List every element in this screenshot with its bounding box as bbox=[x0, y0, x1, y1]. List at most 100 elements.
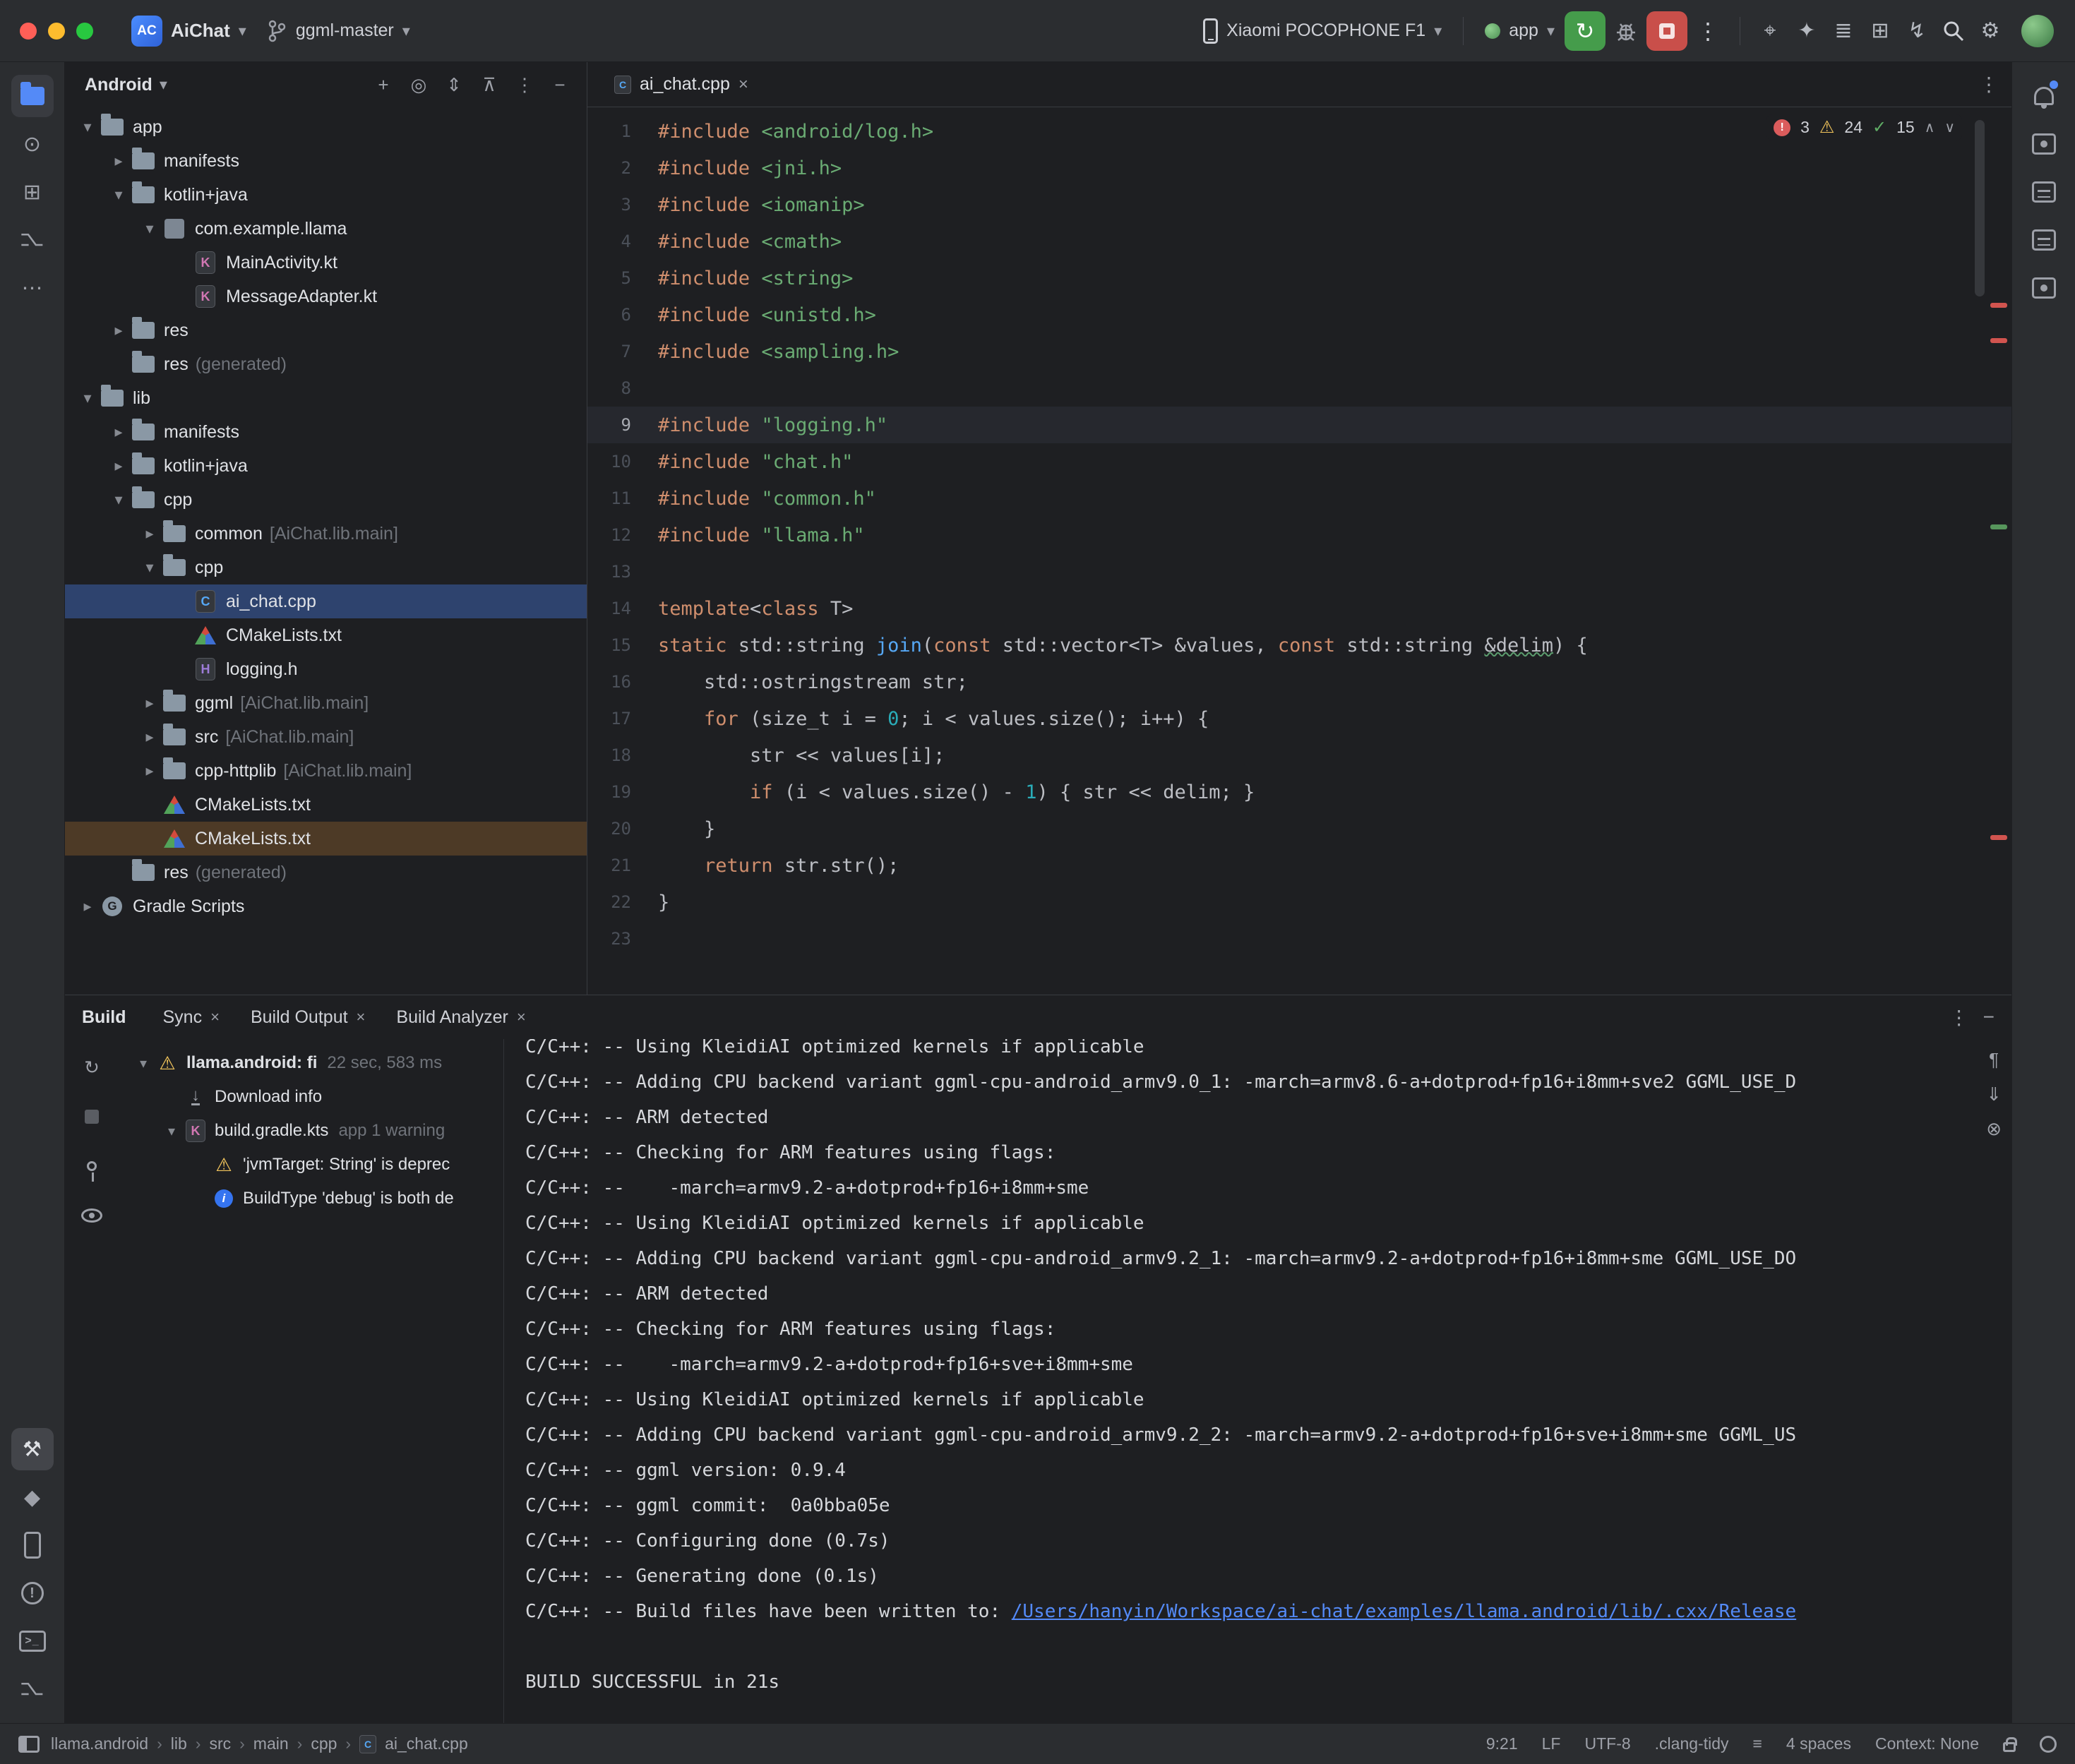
line-number[interactable]: 14 bbox=[587, 599, 658, 618]
code-text[interactable]: #include <jni.h> bbox=[658, 157, 842, 179]
code-text[interactable]: std::ostringstream str; bbox=[658, 671, 968, 693]
tree-item-gradle-scripts[interactable]: ▸GGradle Scripts bbox=[65, 889, 587, 923]
tool-window-toggle-icon[interactable] bbox=[18, 1736, 40, 1753]
locate-file-icon[interactable]: ◎ bbox=[403, 69, 434, 100]
tree-item-cmakelists-txt[interactable]: CMakeLists.txt bbox=[65, 788, 587, 822]
pin-icon[interactable] bbox=[76, 1151, 107, 1182]
zoom-window-button[interactable] bbox=[76, 23, 93, 40]
code-line-15[interactable]: 15static std::string join(const std::vec… bbox=[587, 627, 2011, 664]
plugins-icon[interactable]: ⊞ bbox=[1862, 13, 1898, 49]
chevron-right-icon[interactable]: ▸ bbox=[106, 457, 131, 475]
tree-item-common[interactable]: ▸common[AiChat.lib.main] bbox=[65, 517, 587, 551]
version-control-tool-button[interactable]: ⌥ bbox=[11, 1668, 54, 1710]
chevron-right-icon[interactable]: ▸ bbox=[137, 694, 162, 712]
code-line-6[interactable]: 6#include <unistd.h> bbox=[587, 296, 2011, 333]
error-stripe-mark[interactable] bbox=[1990, 835, 2007, 840]
running-devices-tool-button[interactable] bbox=[11, 1524, 54, 1566]
close-tab-icon[interactable]: × bbox=[357, 1008, 366, 1026]
tree-item-cpp-httplib[interactable]: ▸cpp-httplib[AiChat.lib.main] bbox=[65, 754, 587, 788]
error-stripe-mark[interactable] bbox=[1990, 338, 2007, 343]
build-options-icon[interactable]: ⋮ bbox=[1949, 1006, 1969, 1029]
hide-build-panel-icon[interactable]: − bbox=[1983, 1006, 1995, 1029]
user-avatar[interactable] bbox=[2021, 15, 2054, 47]
inspections-widget[interactable]: ! 3 ⚠ 24 ✓ 15 ∧ ∨ bbox=[1766, 114, 1962, 140]
code-text[interactable]: #include <iomanip> bbox=[658, 194, 865, 216]
caret-position[interactable]: 9:21 bbox=[1486, 1734, 1518, 1753]
code-text[interactable]: #include <sampling.h> bbox=[658, 341, 899, 363]
code-text[interactable]: for (size_t i = 0; i < values.size(); i+… bbox=[658, 708, 1209, 730]
project-view-selector[interactable]: Android bbox=[85, 75, 153, 95]
code-line-4[interactable]: 4#include <cmath> bbox=[587, 223, 2011, 260]
code-text[interactable]: str << values[i]; bbox=[658, 745, 945, 767]
build-output-path-link[interactable]: /Users/hanyin/Workspace/ai-chat/examples… bbox=[1012, 1601, 1796, 1622]
notifications-button[interactable] bbox=[2023, 75, 2065, 117]
code-text[interactable]: #include "common.h" bbox=[658, 488, 876, 510]
soft-wrap-icon[interactable]: ¶ bbox=[1989, 1049, 1999, 1071]
filter-view-icon[interactable] bbox=[76, 1200, 107, 1231]
line-number[interactable]: 4 bbox=[587, 232, 658, 251]
tree-item-kotlin-java[interactable]: ▾kotlin+java bbox=[65, 178, 587, 212]
close-tab-icon[interactable]: × bbox=[738, 75, 748, 95]
next-problem-icon[interactable]: ∨ bbox=[1944, 119, 1955, 136]
code-line-21[interactable]: 21 return str.str(); bbox=[587, 847, 2011, 884]
code-text[interactable]: #include <unistd.h> bbox=[658, 304, 876, 326]
chevron-right-icon[interactable]: ▸ bbox=[106, 152, 131, 170]
tree-item-kotlin-java[interactable]: ▸kotlin+java bbox=[65, 449, 587, 483]
tree-item-res[interactable]: ▸res bbox=[65, 313, 587, 347]
line-number[interactable]: 19 bbox=[587, 782, 658, 802]
stop-button[interactable] bbox=[1646, 11, 1687, 51]
tree-item-ai-chat-cpp[interactable]: Cai_chat.cpp bbox=[65, 584, 587, 618]
add-icon[interactable]: + bbox=[368, 69, 399, 100]
tree-item-cmakelists-txt[interactable]: CMakeLists.txt bbox=[65, 822, 587, 856]
tree-item-mainactivity-kt[interactable]: KMainActivity.kt bbox=[65, 246, 587, 280]
tree-item-src[interactable]: ▸src[AiChat.lib.main] bbox=[65, 720, 587, 754]
line-number[interactable]: 21 bbox=[587, 856, 658, 875]
code-line-20[interactable]: 20 } bbox=[587, 810, 2011, 847]
code-text[interactable]: #include "llama.h" bbox=[658, 524, 865, 546]
line-number[interactable]: 20 bbox=[587, 819, 658, 839]
context-setting[interactable]: Context: None bbox=[1875, 1734, 1979, 1753]
line-number[interactable]: 6 bbox=[587, 305, 658, 325]
clang-tidy-status[interactable]: .clang-tidy bbox=[1655, 1734, 1729, 1753]
code-line-5[interactable]: 5#include <string> bbox=[587, 260, 2011, 296]
todo-list-icon[interactable]: ≣ bbox=[1825, 13, 1862, 49]
build-tree-item[interactable]: ▾⚠llama.android: fi22 sec, 583 ms bbox=[119, 1046, 503, 1080]
close-window-button[interactable] bbox=[20, 23, 37, 40]
code-text[interactable]: if (i < values.size() - 1) { str << deli… bbox=[658, 781, 1255, 803]
tab-sync[interactable]: Sync × bbox=[150, 1001, 232, 1033]
search-everywhere-button[interactable] bbox=[1935, 13, 1972, 49]
code-text[interactable]: #include "chat.h" bbox=[658, 451, 853, 473]
code-line-16[interactable]: 16 std::ostringstream str; bbox=[587, 664, 2011, 700]
structure-tool-button[interactable]: ⊞ bbox=[11, 171, 54, 213]
chevron-down-icon[interactable]: ▾ bbox=[106, 186, 131, 204]
build-tool-button[interactable]: ⚒ bbox=[11, 1428, 54, 1470]
tree-item-com-example-llama[interactable]: ▾com.example.llama bbox=[65, 212, 587, 246]
tree-item-cpp[interactable]: ▾cpp bbox=[65, 483, 587, 517]
prev-problem-icon[interactable]: ∧ bbox=[1925, 119, 1935, 136]
line-number[interactable]: 18 bbox=[587, 745, 658, 765]
app-insights-tool-button[interactable] bbox=[2023, 267, 2065, 309]
code-inspection-icon[interactable]: ⌖ bbox=[1752, 13, 1788, 49]
chevron-down-icon[interactable]: ▾ bbox=[160, 1122, 184, 1140]
project-selector[interactable]: AC AiChat ▾ bbox=[121, 10, 256, 52]
tree-item-cmakelists-txt[interactable]: CMakeLists.txt bbox=[65, 618, 587, 652]
editor-tab-ai-chat-cpp[interactable]: C ai_chat.cpp × bbox=[600, 62, 763, 107]
gradle-tool-button[interactable] bbox=[2023, 123, 2065, 165]
run-configuration-selector[interactable]: app ▾ bbox=[1475, 15, 1565, 47]
line-number[interactable]: 12 bbox=[587, 525, 658, 545]
breadcrumb-item[interactable]: cpp bbox=[311, 1734, 337, 1753]
line-number[interactable]: 5 bbox=[587, 268, 658, 288]
chevron-down-icon[interactable]: ▾ bbox=[106, 491, 131, 509]
resource-manager-tool-button[interactable] bbox=[2023, 219, 2065, 261]
build-console[interactable]: C/C++: -- Using KleidiAI optimized kerne… bbox=[504, 1039, 2011, 1723]
stop-sync-icon[interactable] bbox=[76, 1101, 107, 1132]
breadcrumb-item[interactable]: main bbox=[253, 1734, 289, 1753]
panel-options-icon[interactable]: ⋮ bbox=[509, 69, 540, 100]
chevron-down-icon[interactable]: ▾ bbox=[137, 220, 162, 238]
editor-scrollbar[interactable] bbox=[1975, 120, 1985, 296]
line-number[interactable]: 17 bbox=[587, 709, 658, 728]
build-tree-item[interactable]: ↓Download info bbox=[119, 1080, 503, 1114]
tree-item-manifests[interactable]: ▸manifests bbox=[65, 415, 587, 449]
ai-assistant-icon[interactable]: ✦ bbox=[1788, 13, 1825, 49]
editor-options-icon[interactable]: ⋮ bbox=[1979, 73, 1999, 96]
